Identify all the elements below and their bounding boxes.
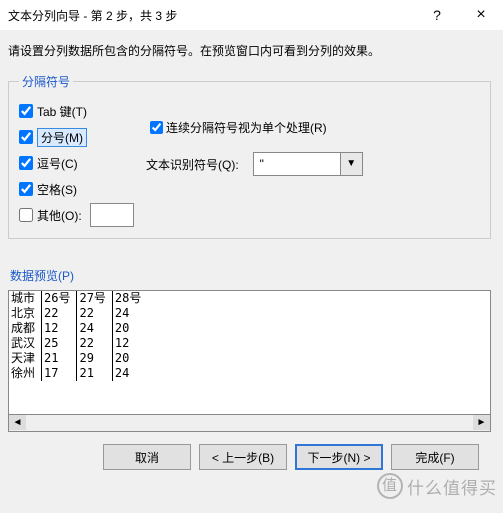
delimiter-space-checkbox[interactable] [19,182,33,196]
title-bar: 文本分列向导 - 第 2 步，共 3 步 ? × [0,0,503,30]
preview-cell: 21 [42,351,77,366]
consecutive-delimiter-checkbox[interactable] [150,121,163,134]
preview-cell: 27号 [77,291,112,306]
close-button[interactable]: × [459,0,503,30]
preview-table: 城市26号27号28号北京222224成都122420武汉252212天津212… [9,291,441,381]
dialog-title: 文本分列向导 - 第 2 步，共 3 步 [8,7,415,24]
preview-cell: 28号 [112,291,441,306]
preview-box: 城市26号27号28号北京222224成都122420武汉252212天津212… [8,290,491,415]
text-qualifier-dropdown[interactable]: " ▼ [253,152,363,176]
preview-cell: 22 [42,306,77,321]
delimiter-semicolon-label[interactable]: 分号(M) [37,128,87,147]
watermark-icon: 值 [377,473,403,499]
delimiter-semicolon-checkbox[interactable] [19,130,33,144]
delimiter-tab-checkbox[interactable] [19,104,33,118]
next-button[interactable]: 下一步(N) > [295,444,383,470]
preview-cell: 24 [112,306,441,321]
delimiters-group: 分隔符号 Tab 键(T) 分号(M) 逗号(C) 空格(S) [8,73,491,239]
preview-cell: 20 [112,351,441,366]
delimiter-space-label[interactable]: 空格(S) [37,181,77,198]
horizontal-scrollbar[interactable]: ◄ ► [8,415,491,432]
delimiter-other-input[interactable] [90,203,134,227]
help-button[interactable]: ? [415,0,459,30]
instruction-text: 请设置分列数据所包含的分隔符号。在预览窗口内可看到分列的效果。 [8,42,491,59]
preview-cell: 22 [77,306,112,321]
preview-cell: 17 [42,366,77,381]
delimiter-comma-label[interactable]: 逗号(C) [37,155,78,172]
button-bar: 取消 < 上一步(B) 下一步(N) > 完成(F) [8,432,491,470]
preview-label: 数据预览(P) [10,267,491,284]
watermark: 值 什么值得买 [377,473,497,499]
preview-cell: 24 [77,321,112,336]
preview-cell: 20 [112,321,441,336]
preview-cell: 22 [77,336,112,351]
delimiter-other-label[interactable]: 其他(O): [37,207,82,224]
delimiters-legend: 分隔符号 [19,73,73,90]
delimiter-tab-label[interactable]: Tab 键(T) [37,103,87,120]
back-button[interactable]: < 上一步(B) [199,444,287,470]
delimiter-comma-checkbox[interactable] [19,156,33,170]
dialog-content: 请设置分列数据所包含的分隔符号。在预览窗口内可看到分列的效果。 分隔符号 Tab… [0,30,503,470]
text-qualifier-value: " [254,153,340,175]
preview-cell: 25 [42,336,77,351]
consecutive-delimiter-label[interactable]: 连续分隔符号视为单个处理(R) [166,119,327,136]
preview-cell: 天津 [9,351,42,366]
preview-cell: 12 [42,321,77,336]
preview-cell: 北京 [9,306,42,321]
text-qualifier-label: 文本识别符号(Q): [146,156,239,173]
preview-cell: 21 [77,366,112,381]
finish-button[interactable]: 完成(F) [391,444,479,470]
preview-cell: 29 [77,351,112,366]
watermark-text: 什么值得买 [407,474,497,499]
delimiter-other-checkbox[interactable] [19,208,33,222]
preview-cell: 成都 [9,321,42,336]
preview-cell: 徐州 [9,366,42,381]
preview-cell: 武汉 [9,336,42,351]
scroll-left-icon[interactable]: ◄ [9,415,26,430]
preview-cell: 24 [112,366,441,381]
preview-cell: 26号 [42,291,77,306]
scroll-right-icon[interactable]: ► [473,415,490,430]
preview-cell: 城市 [9,291,42,306]
cancel-button[interactable]: 取消 [103,444,191,470]
preview-cell: 12 [112,336,441,351]
chevron-down-icon: ▼ [340,153,362,175]
